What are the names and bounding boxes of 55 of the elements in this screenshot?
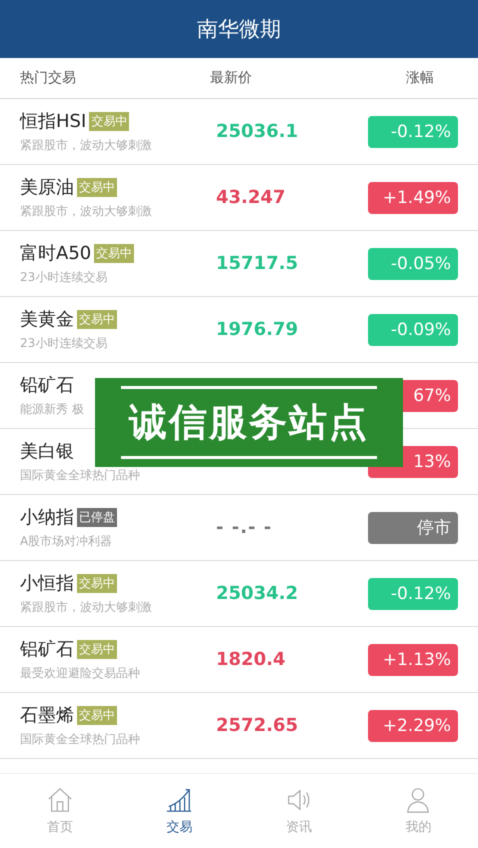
nav-tab[interactable]: 资讯 bbox=[239, 774, 358, 848]
instrument-description: 23小时连续交易 bbox=[20, 335, 108, 352]
column-header: 最新价 bbox=[210, 69, 253, 87]
banner-text: 诚信服务站点 bbox=[121, 386, 377, 459]
instrument-description: 紧跟股市，波动大够刺激 bbox=[20, 599, 153, 616]
instrument-description: 能源新秀 极 bbox=[20, 401, 85, 418]
status-tag: 交易中 bbox=[89, 112, 130, 130]
instrument-name: 小纳指 bbox=[20, 506, 74, 529]
status-tag: 交易中 bbox=[77, 706, 117, 724]
instrument-description: A股市场对冲利器 bbox=[20, 533, 114, 550]
nav-tab[interactable]: 首页 bbox=[0, 774, 120, 848]
instrument-description: 最受欢迎避险交易品种 bbox=[20, 665, 141, 682]
instrument-description: 23小时连续交易 bbox=[20, 269, 108, 286]
change-badge: -0.09% bbox=[368, 314, 458, 346]
change-badge: +1.49% bbox=[368, 182, 458, 214]
latest-price: 43.247 bbox=[216, 187, 286, 208]
instrument-name: 富时A50 bbox=[20, 242, 92, 265]
chart-icon bbox=[165, 786, 194, 814]
nav-tab[interactable]: 我的 bbox=[358, 774, 478, 848]
status-tag: 交易中 bbox=[77, 178, 117, 196]
change-badge: +1.13% bbox=[368, 644, 458, 676]
instrument-name: 美白银 bbox=[20, 440, 74, 463]
instrument-name: 美黄金 bbox=[20, 308, 74, 331]
status-tag: 交易中 bbox=[77, 640, 117, 658]
home-icon bbox=[46, 786, 74, 814]
instrument-description: 国际黄金全球热门品种 bbox=[20, 731, 141, 748]
status-tag: 交易中 bbox=[77, 574, 117, 592]
status-tag: 已停盘 bbox=[77, 508, 117, 526]
change-badge: +2.29% bbox=[368, 710, 458, 742]
column-header: 热门交易 bbox=[20, 69, 77, 87]
change-badge: -0.12% bbox=[368, 116, 458, 148]
change-badge: -0.12% bbox=[368, 578, 458, 610]
instrument-name: 铝矿石 bbox=[20, 638, 74, 661]
latest-price: 15717.5 bbox=[216, 253, 298, 274]
instrument-description: 紧跟股市，波动大够刺激 bbox=[20, 203, 153, 220]
latest-price: 2572.65 bbox=[216, 715, 298, 736]
column-header: 涨幅 bbox=[406, 69, 434, 87]
change-badge: -0.05% bbox=[368, 248, 458, 280]
app-title: 南华微期 bbox=[197, 16, 281, 43]
nav-tab[interactable]: 交易 bbox=[120, 774, 239, 848]
latest-price: 1976.79 bbox=[216, 319, 298, 340]
latest-price: 25036.1 bbox=[216, 121, 298, 142]
change-badge: 停市 bbox=[368, 512, 458, 544]
latest-price: 1820.4 bbox=[216, 649, 286, 670]
instrument-name: 石墨烯 bbox=[20, 704, 74, 727]
status-tag: 交易中 bbox=[94, 244, 134, 262]
latest-price: 25034.2 bbox=[216, 583, 298, 604]
instrument-name: 恒指HSI bbox=[20, 110, 86, 133]
instrument-name: 铅矿石 bbox=[20, 374, 74, 397]
instrument-name: 美原油 bbox=[20, 176, 74, 199]
instrument-description: 紧跟股市，波动大够刺激 bbox=[20, 137, 153, 154]
instrument-name: 小恒指 bbox=[20, 572, 74, 595]
status-tag: 交易中 bbox=[77, 310, 117, 328]
latest-price: - -.- - bbox=[216, 517, 272, 538]
instrument-description: 国际黄金全球热门品种 bbox=[20, 467, 141, 484]
